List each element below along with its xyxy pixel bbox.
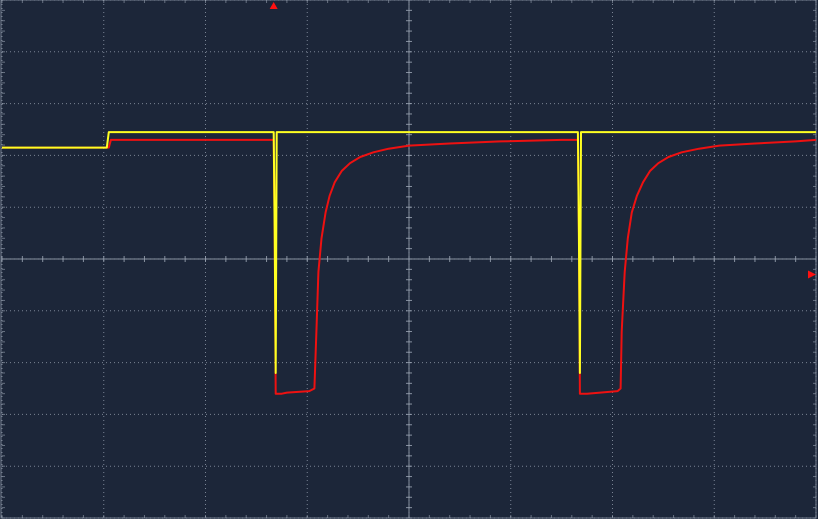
oscilloscope-screen — [0, 0, 818, 519]
